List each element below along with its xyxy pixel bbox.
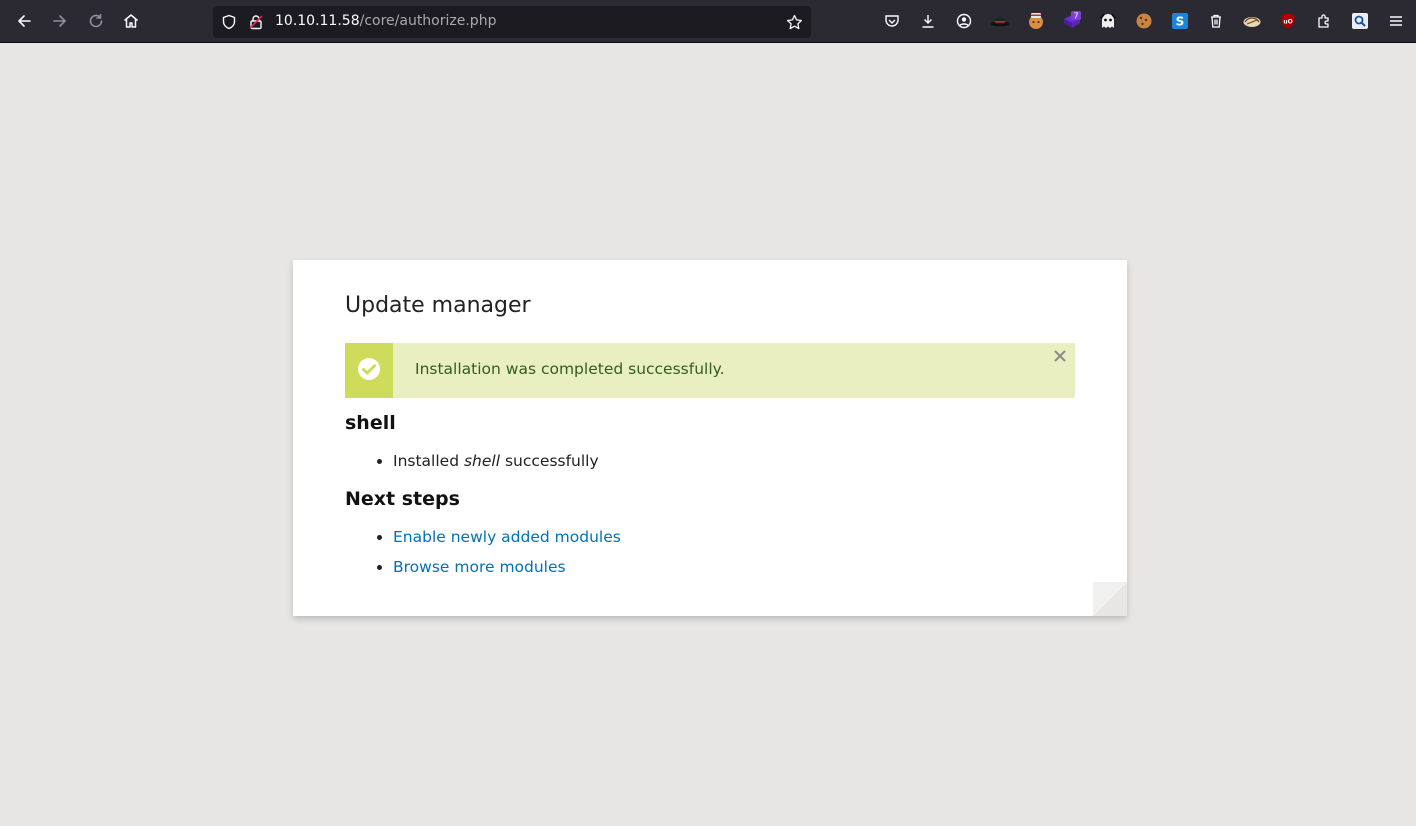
pocket-icon[interactable] xyxy=(882,11,902,31)
module-heading: shell xyxy=(345,412,396,434)
next-steps-heading: Next steps xyxy=(345,488,460,510)
cookie-icon[interactable] xyxy=(1134,11,1154,31)
page-corner-fold xyxy=(1093,582,1127,616)
url-text[interactable]: 10.10.11.58/core/authorize.php xyxy=(275,13,496,29)
url-bar[interactable]: 10.10.11.58/core/authorize.php xyxy=(213,6,811,38)
list-item: Browse more modules xyxy=(393,552,621,582)
enable-modules-link[interactable]: Enable newly added modules xyxy=(393,528,621,546)
list-item: Enable newly added modules xyxy=(393,522,621,552)
close-icon[interactable] xyxy=(1051,347,1069,365)
insecure-lock-icon[interactable] xyxy=(248,14,264,34)
extension-badge-count: 7 xyxy=(1073,12,1078,21)
shell-icon[interactable] xyxy=(1242,11,1262,31)
installed-list: Installed shell successfully xyxy=(345,446,599,476)
url-path: /core/authorize.php xyxy=(359,13,497,29)
status-message-text: Installation was completed successfully. xyxy=(415,360,725,378)
installed-suffix: successfully xyxy=(500,452,599,470)
hat-icon[interactable] xyxy=(990,11,1010,31)
update-manager-dialog: Update manager Installation was complete… xyxy=(293,260,1127,616)
svg-text:uO: uO xyxy=(1283,19,1292,26)
menu-icon[interactable] xyxy=(1386,11,1406,31)
page-title: Update manager xyxy=(345,293,531,318)
svg-text:S: S xyxy=(1176,15,1185,29)
browse-modules-link[interactable]: Browse more modules xyxy=(393,558,566,576)
installed-prefix: Installed xyxy=(393,452,464,470)
bookmark-star-icon[interactable] xyxy=(786,14,803,35)
s-square-icon[interactable]: S xyxy=(1170,11,1190,31)
ublock-icon[interactable]: uO xyxy=(1278,11,1298,31)
ghost-icon[interactable] xyxy=(1098,11,1118,31)
shield-icon[interactable] xyxy=(221,14,237,34)
trash-icon[interactable] xyxy=(1206,11,1226,31)
back-icon[interactable] xyxy=(9,6,39,36)
status-message: Installation was completed successfully. xyxy=(345,343,1075,398)
home-icon[interactable] xyxy=(116,6,146,36)
check-circle-icon xyxy=(357,357,381,385)
installed-module-name: shell xyxy=(463,452,501,470)
extensions-icon[interactable] xyxy=(1314,11,1334,31)
browser-toolbar: 10.10.11.58/core/authorize.php 7 S uO xyxy=(0,0,1416,43)
badge-7-icon[interactable]: 7 xyxy=(1062,11,1082,31)
search-ext-icon[interactable] xyxy=(1350,11,1370,31)
next-steps-list: Enable newly added modules Browse more m… xyxy=(345,522,621,582)
downloads-icon[interactable] xyxy=(918,11,938,31)
message-icon-box xyxy=(345,343,393,398)
list-item: Installed shell successfully xyxy=(393,446,599,476)
account-icon[interactable] xyxy=(954,11,974,31)
cookie-face-icon[interactable] xyxy=(1026,11,1046,31)
url-host: 10.10.11.58 xyxy=(275,13,360,29)
reload-icon[interactable] xyxy=(81,6,111,36)
forward-icon[interactable] xyxy=(45,6,75,36)
